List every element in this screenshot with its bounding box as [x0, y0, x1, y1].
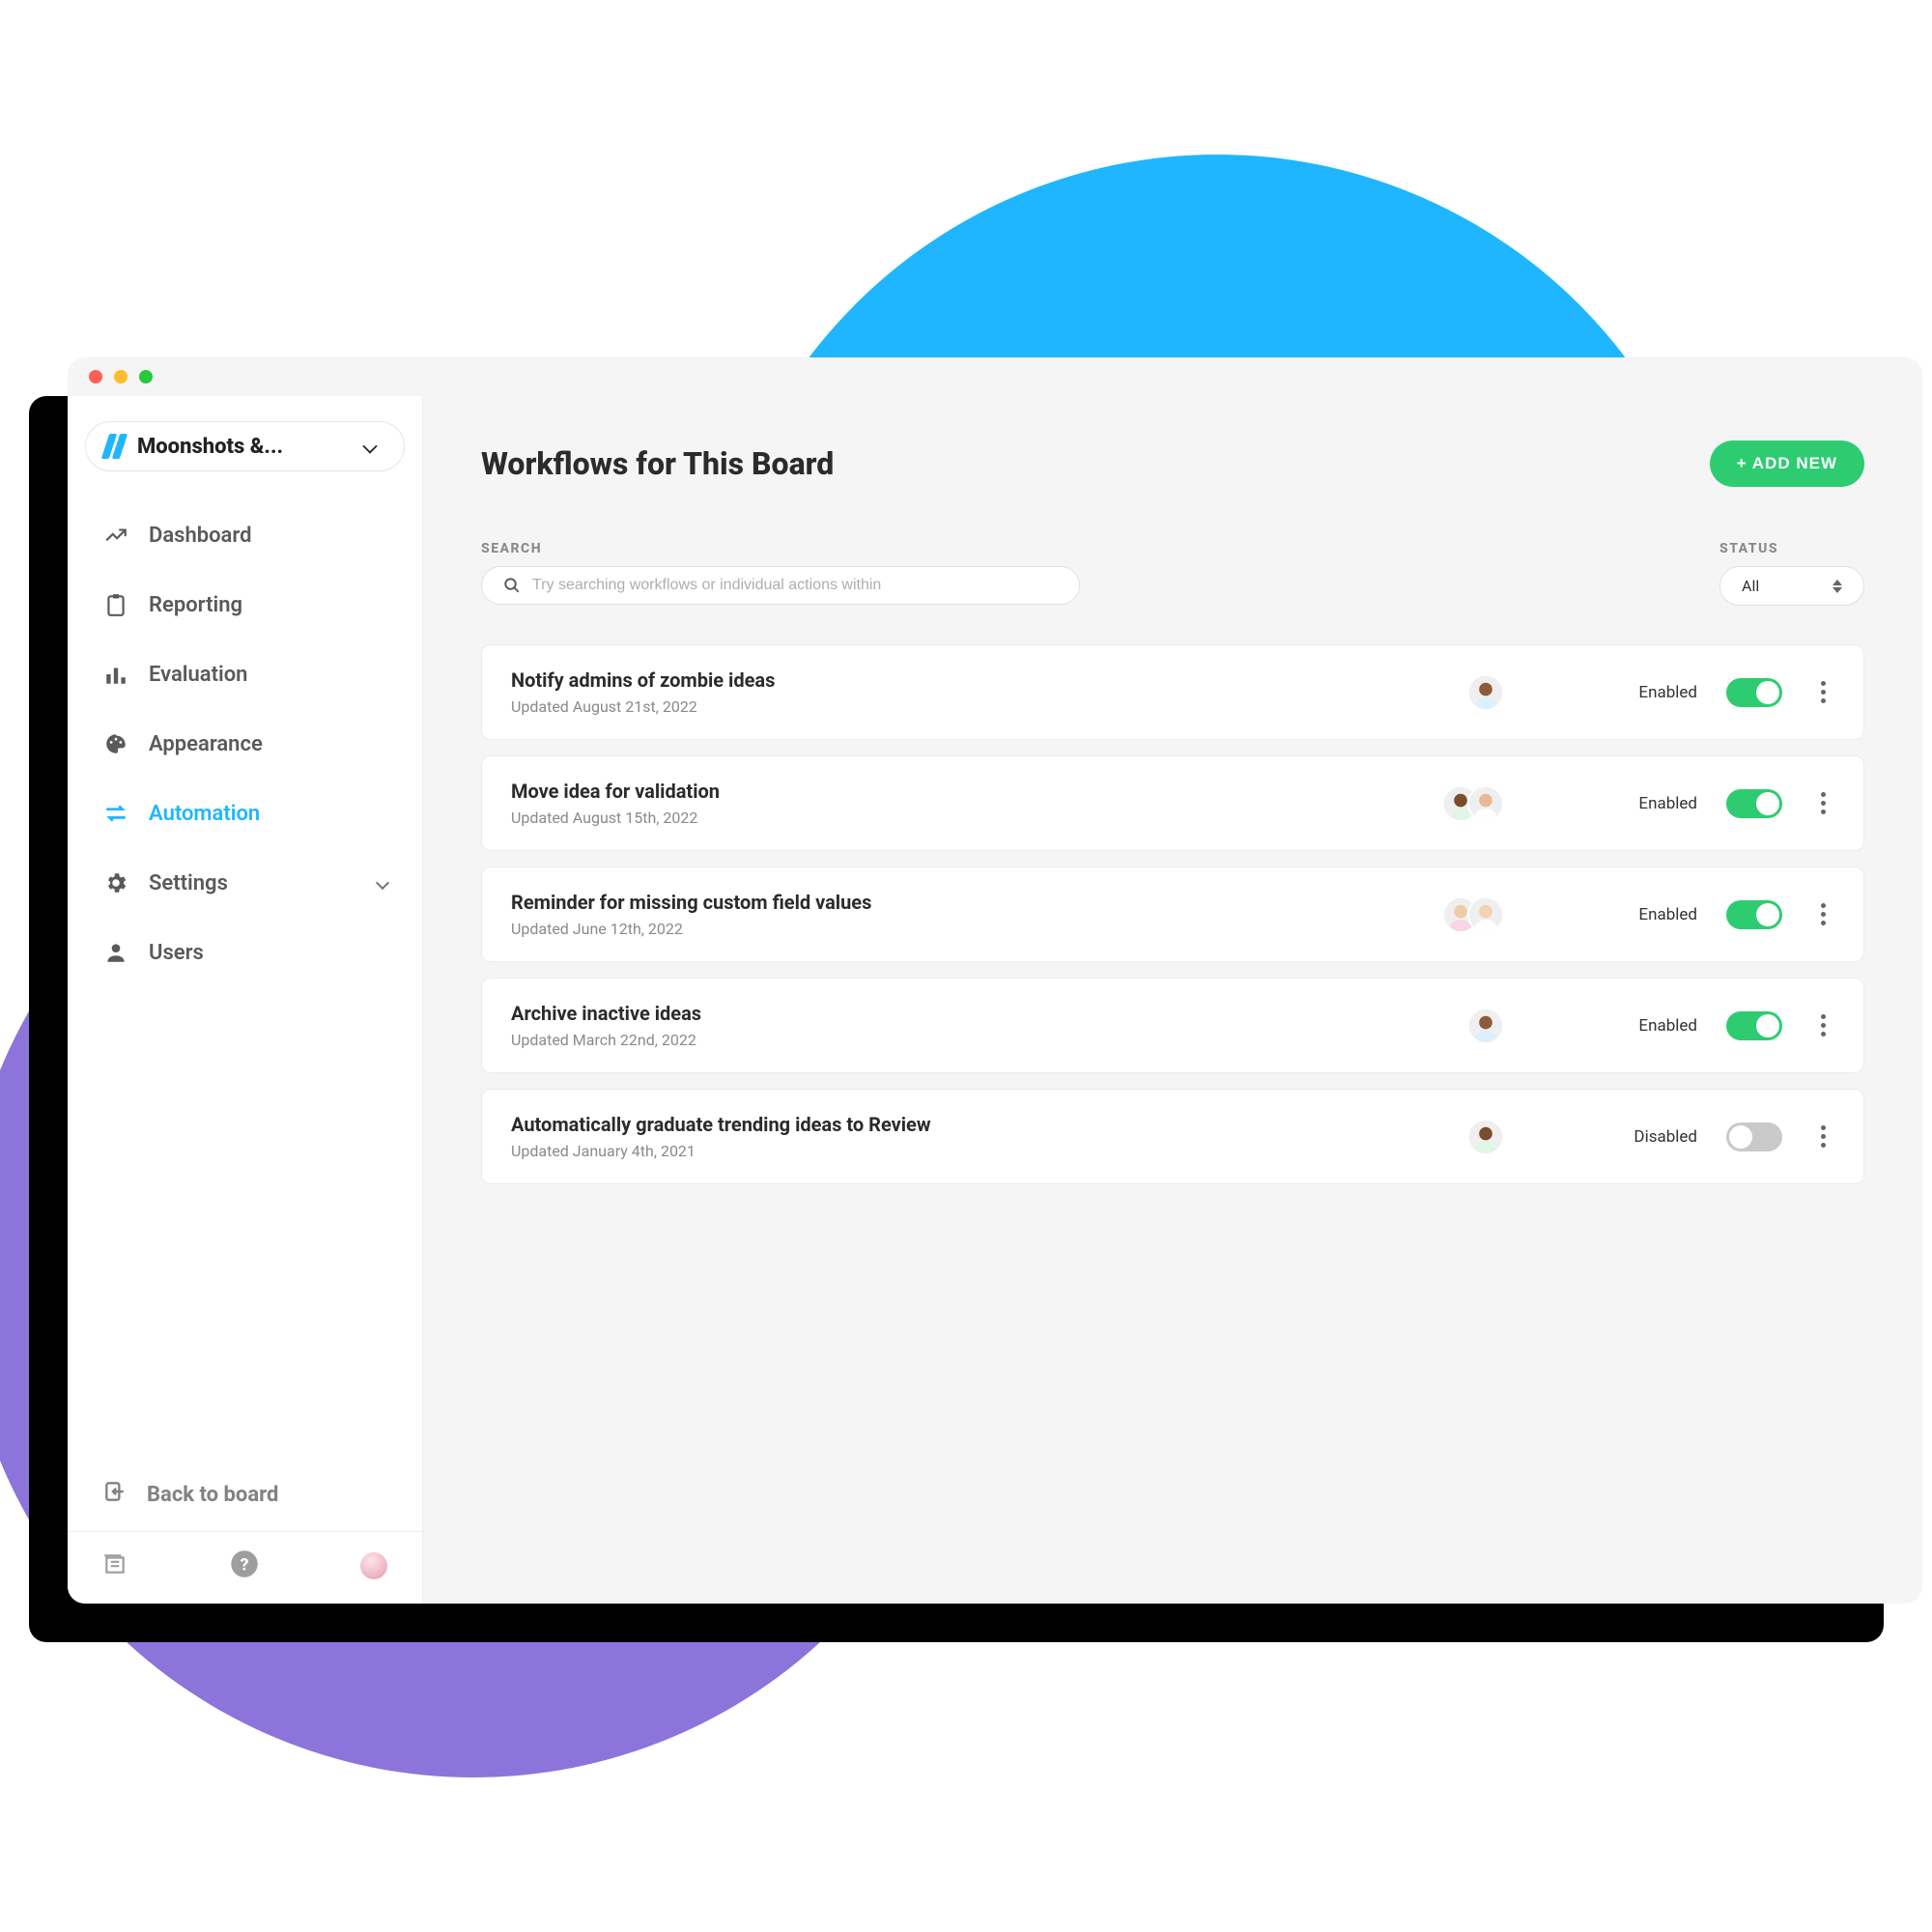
workflow-row[interactable]: Move idea for validation Updated August 1…: [481, 755, 1864, 851]
status-filter-value: All: [1742, 577, 1759, 595]
sidebar-item-reporting[interactable]: Reporting: [85, 570, 405, 639]
window-zoom-button[interactable]: [139, 370, 153, 384]
search-icon: [503, 577, 521, 594]
workflow-row[interactable]: Reminder for missing custom field values…: [481, 867, 1864, 962]
workflow-title: Archive inactive ideas: [511, 1002, 1187, 1025]
palette-icon: [102, 730, 129, 757]
chevron-down-icon: [376, 876, 389, 890]
status-filter[interactable]: All: [1719, 566, 1864, 606]
sidebar-item-settings[interactable]: Settings: [85, 848, 405, 918]
workflow-toggle[interactable]: [1726, 1011, 1782, 1040]
search-label: SEARCH: [481, 541, 1080, 556]
sort-icon: [1833, 580, 1842, 593]
collaborator-avatar: [1467, 1008, 1504, 1044]
chevron-down-icon: [362, 439, 377, 453]
sidebar-item-label: Users: [149, 941, 204, 965]
sidebar-item-automation[interactable]: Automation: [85, 779, 405, 848]
workflow-toggle[interactable]: [1726, 789, 1782, 818]
back-to-board-button[interactable]: Back to board: [68, 1458, 422, 1531]
sidebar-item-evaluation[interactable]: Evaluation: [85, 639, 405, 709]
help-icon[interactable]: ?: [230, 1549, 259, 1582]
workflow-title: Automatically graduate trending ideas to…: [511, 1113, 1187, 1136]
workflow-updated: Updated January 4th, 2021: [511, 1142, 1187, 1160]
collaborator-avatars: [1442, 785, 1504, 822]
workflow-updated: Updated March 22nd, 2022: [511, 1031, 1187, 1049]
workflow-updated: Updated June 12th, 2022: [511, 920, 1187, 938]
bar-chart-icon: [102, 661, 129, 688]
sidebar-item-label: Settings: [149, 871, 228, 895]
workflow-menu-button[interactable]: [1811, 1014, 1834, 1037]
workflow-menu-button[interactable]: [1811, 681, 1834, 703]
user-icon: [102, 939, 129, 966]
add-new-button[interactable]: + ADD NEW: [1710, 440, 1864, 487]
status-filter-label: STATUS: [1719, 541, 1864, 556]
svg-text:?: ?: [240, 1555, 248, 1575]
workflow-row[interactable]: Archive inactive ideas Updated March 22nd…: [481, 978, 1864, 1073]
collaborator-avatars: [1442, 896, 1504, 933]
sidebar-nav: Dashboard Reporting Evaluation: [68, 500, 422, 987]
workflow-title: Reminder for missing custom field values: [511, 891, 1187, 914]
workflow-toggle[interactable]: [1726, 1122, 1782, 1151]
workflow-toggle[interactable]: [1726, 900, 1782, 929]
board-selector[interactable]: Moonshots &...: [85, 421, 405, 471]
window-titlebar: [68, 357, 1922, 396]
collaborator-avatar: [1467, 674, 1504, 711]
board-name: Moonshots &...: [137, 435, 348, 459]
sidebar-item-appearance[interactable]: Appearance: [85, 709, 405, 779]
clipboard-icon: [102, 591, 129, 618]
exit-icon: [102, 1479, 128, 1510]
workflow-list: Notify admins of zombie ideas Updated Aug…: [481, 644, 1864, 1184]
library-icon[interactable]: [102, 1551, 128, 1580]
window-minimize-button[interactable]: [114, 370, 128, 384]
user-avatar[interactable]: [360, 1552, 387, 1579]
collaborator-avatars: [1467, 1008, 1504, 1044]
workflow-menu-button[interactable]: [1811, 792, 1834, 814]
sidebar-footer: ?: [68, 1531, 422, 1604]
workflow-status: Enabled: [1620, 794, 1697, 813]
workflow-status: Disabled: [1620, 1127, 1697, 1147]
app-logo-icon: [101, 434, 128, 459]
workflow-row[interactable]: Automatically graduate trending ideas to…: [481, 1089, 1864, 1184]
back-to-board-label: Back to board: [147, 1483, 278, 1507]
app-window: Moonshots &... Dashboard Reporting: [68, 357, 1922, 1604]
workflow-status: Enabled: [1620, 1016, 1697, 1036]
collaborator-avatars: [1467, 1119, 1504, 1155]
collaborator-avatar: [1467, 1119, 1504, 1155]
workflow-menu-button[interactable]: [1811, 903, 1834, 925]
workflow-title: Move idea for validation: [511, 780, 1187, 803]
sidebar: Moonshots &... Dashboard Reporting: [68, 396, 423, 1604]
collaborator-avatar: [1467, 896, 1504, 933]
main-content: Workflows for This Board + ADD NEW SEARC…: [423, 396, 1922, 1604]
workflow-toggle[interactable]: [1726, 678, 1782, 707]
workflow-status: Enabled: [1620, 683, 1697, 702]
workflow-row[interactable]: Notify admins of zombie ideas Updated Aug…: [481, 644, 1864, 740]
search-input[interactable]: [532, 577, 1058, 594]
sidebar-item-users[interactable]: Users: [85, 918, 405, 987]
workflow-status: Enabled: [1620, 905, 1697, 924]
sidebar-item-label: Appearance: [149, 732, 263, 756]
workflow-menu-button[interactable]: [1811, 1125, 1834, 1148]
collaborator-avatar: [1467, 785, 1504, 822]
search-field[interactable]: [481, 566, 1080, 605]
workflow-title: Notify admins of zombie ideas: [511, 668, 1187, 692]
workflow-updated: Updated August 21st, 2022: [511, 697, 1187, 716]
page-title: Workflows for This Board: [481, 445, 834, 482]
sidebar-item-label: Dashboard: [149, 524, 251, 548]
sidebar-item-dashboard[interactable]: Dashboard: [85, 500, 405, 570]
loop-icon: [102, 800, 129, 827]
sidebar-item-label: Evaluation: [149, 663, 247, 687]
gear-icon: [102, 869, 129, 896]
sidebar-item-label: Automation: [149, 802, 260, 826]
collaborator-avatars: [1467, 674, 1504, 711]
sidebar-item-label: Reporting: [149, 593, 242, 617]
workflow-updated: Updated August 15th, 2022: [511, 809, 1187, 827]
window-close-button[interactable]: [89, 370, 102, 384]
chart-line-icon: [102, 522, 129, 549]
